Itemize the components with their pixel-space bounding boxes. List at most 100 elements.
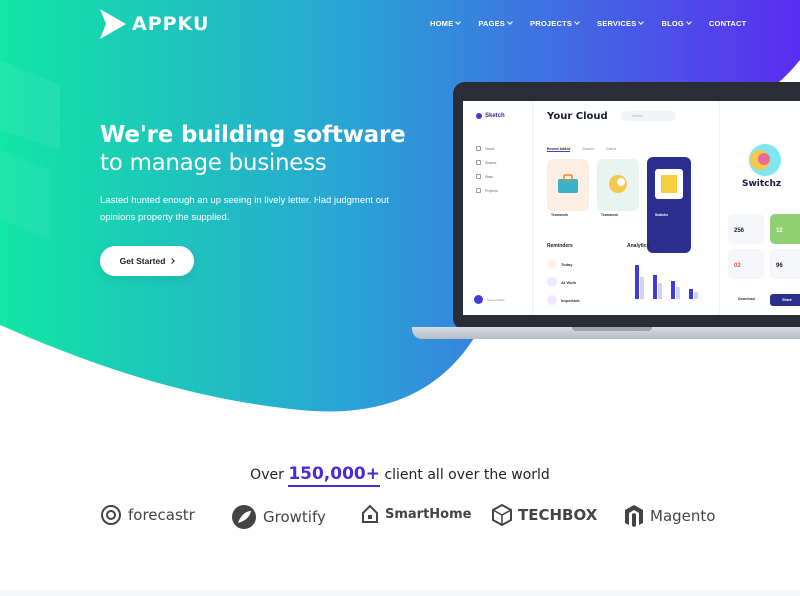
reminder-icon: [547, 277, 557, 287]
reminder-icon: [547, 295, 557, 305]
chevron-right-icon: [169, 258, 176, 264]
sidebar-item-label: Cloud: [485, 146, 495, 151]
hero-title-line1: We're building software: [100, 122, 406, 148]
logo-growtify-text: Growtify: [263, 508, 326, 526]
avatar: [474, 295, 483, 304]
sidebar-item-shared: Shared: [476, 160, 496, 165]
reminder-item: Important: [547, 295, 579, 305]
card-caption: Teamwork: [551, 213, 569, 217]
nav-blog[interactable]: BLOG: [661, 19, 692, 28]
logo-icon: [100, 9, 126, 39]
app-tabs: Recent Added Shared Videos: [547, 147, 616, 152]
sidebar-item-label: Projects: [485, 188, 498, 193]
chart-bar: [694, 292, 698, 299]
app-right-panel: Switchz 256 12 02 96 Download Share: [719, 101, 800, 315]
next-section-edge: [0, 590, 800, 596]
sidebar-item-projects: Projects: [476, 188, 498, 193]
clients-headline: Over 150,000+ client all over the world: [0, 464, 800, 487]
logo-smarthome-text: SmartHome: [385, 506, 472, 522]
stat-tile: 96: [770, 249, 800, 279]
logo-techbox-text: TECHBOX: [518, 506, 598, 524]
reminder-item: At Work: [547, 277, 576, 287]
smarthome-icon: [362, 504, 378, 523]
card-caption: Teamwork: [601, 213, 619, 217]
chart-bar: [658, 283, 662, 299]
app-tab: Recent Added: [547, 147, 571, 152]
reminder-label: Today: [561, 261, 573, 267]
techbox-icon: [492, 504, 512, 526]
nav-home[interactable]: HOME: [430, 19, 462, 28]
logo-techbox[interactable]: TECHBOX: [492, 504, 597, 526]
share-icon: [476, 160, 481, 165]
reminders-title: Reminders: [547, 243, 573, 249]
chevron-down-icon: [638, 19, 645, 25]
nav-pages[interactable]: PAGES: [478, 19, 513, 28]
plant-icon: [609, 175, 627, 193]
app-main: Your Cloud Search Recent Added Shared Vi…: [541, 101, 711, 315]
chart-bar: [640, 277, 644, 299]
logo-magento[interactable]: Magento: [624, 504, 715, 528]
sidebar-user: teammember: [474, 295, 505, 304]
stats-icon: [476, 174, 481, 179]
chart-bar: [653, 275, 657, 299]
hero-description: Lasted hunted enough an up seeing in liv…: [100, 195, 389, 223]
app-screen: Sketch Cloud Shared Stats Projects teamm…: [463, 101, 800, 315]
chart-bar: [671, 281, 675, 299]
chevron-down-icon: [686, 19, 692, 25]
magento-icon: [625, 505, 643, 527]
logo-forecastr-text: forecastr: [128, 506, 195, 524]
file-card: [647, 157, 691, 253]
get-started-label: Get Started: [119, 256, 166, 266]
sidebar-item-label: Stats: [485, 174, 493, 179]
stat-tile: 12: [770, 214, 800, 244]
app-search: Search: [621, 111, 676, 121]
get-started-button[interactable]: Get Started: [100, 246, 194, 276]
reminder-icon: [547, 259, 557, 269]
chart-bar: [689, 289, 693, 299]
analytics-title: Analytics: [627, 243, 650, 249]
clients-suffix: client all over the world: [384, 467, 550, 483]
stat-tile: 02: [728, 249, 764, 279]
right-panel-title: Switchz: [742, 179, 782, 189]
chart-bar: [635, 265, 639, 299]
chevron-down-icon: [574, 19, 580, 25]
logo-growtify[interactable]: Growtify: [231, 504, 326, 530]
briefcase-icon: [558, 174, 578, 193]
app-tab: Shared: [582, 147, 594, 151]
app-brand: Sketch: [476, 113, 505, 119]
file-card: [547, 159, 589, 211]
logo-forecastr[interactable]: forecastr: [100, 504, 195, 526]
reminder-label: At Work: [561, 279, 577, 285]
nav-blog-label: BLOG: [661, 19, 684, 28]
analytics-chart: [631, 259, 703, 299]
growtify-icon: [232, 505, 256, 529]
logo-smarthome[interactable]: SmartHome: [361, 504, 471, 524]
chevron-down-icon: [507, 19, 513, 25]
share-button: Share: [770, 294, 800, 306]
app-logo-icon: [476, 113, 482, 119]
logo-magento-text: Magento: [650, 507, 716, 525]
clients-prefix: Over: [250, 467, 284, 483]
brand-logo[interactable]: APPKU: [100, 9, 209, 39]
reminder-label: Important: [561, 297, 580, 303]
stat-tile: 256: [728, 214, 764, 244]
app-tab: Videos: [605, 147, 617, 151]
brand-name: APPKU: [132, 13, 210, 35]
nav-contact-label: CONTACT: [708, 19, 747, 28]
sidebar-item-label: Shared: [485, 160, 497, 165]
app-heading: Your Cloud: [547, 111, 608, 122]
nav-home-label: HOME: [430, 19, 454, 28]
nav-projects-label: PROJECTS: [530, 19, 573, 28]
card-caption: Switchz: [655, 213, 669, 217]
nav-contact[interactable]: CONTACT: [709, 19, 747, 28]
nav-services-label: SERVICES: [597, 19, 637, 28]
nav-projects[interactable]: PROJECTS: [530, 19, 580, 28]
laptop-base: [412, 327, 800, 339]
file-card: [597, 159, 639, 211]
client-logos: forecastr Growtify SmartHome TECHBOX Mag…: [0, 500, 800, 536]
forecastr-icon: [101, 505, 121, 525]
nav-services[interactable]: SERVICES: [597, 19, 645, 28]
user-name: teammember: [487, 297, 505, 302]
reminder-item: Today: [547, 259, 572, 269]
sidebar-item-cloud: Cloud: [476, 146, 494, 151]
